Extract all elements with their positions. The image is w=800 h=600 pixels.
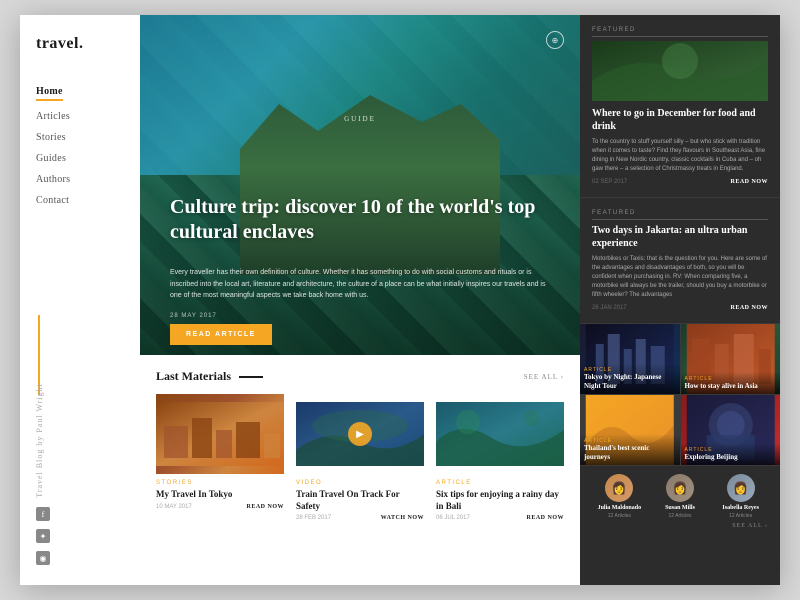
featured-label-2: FEATURED	[592, 210, 768, 220]
featured-desc-2: Motorbikes or Taxis: that is the questio…	[592, 255, 768, 300]
authors-section: 👩 Julia Maldonado 12 Articles 👩 Susan Mi…	[580, 465, 780, 537]
hero-category-label: GUIDE	[344, 115, 376, 123]
author-avatar-1: 👩	[605, 474, 633, 502]
sidebar-item-articles[interactable]: Articles	[36, 111, 124, 122]
authors-grid: 👩 Julia Maldonado 12 Articles 👩 Susan Mi…	[592, 474, 768, 519]
author-name-3: Isabella Reyes	[722, 505, 759, 512]
author-card-3[interactable]: 👩 Isabella Reyes 12 Articles	[713, 474, 768, 519]
authors-see-all[interactable]: SEE ALL ›	[592, 523, 768, 529]
author-articles-1: 12 Articles	[608, 513, 631, 519]
featured-desc-1: To the country to stuff yourself silly –…	[592, 138, 768, 174]
featured-article-2: FEATURED Two days in Jakarta: an ultra u…	[580, 198, 780, 324]
hero-section: ⊕ GUIDE Culture trip: discover 10 of the…	[140, 15, 580, 355]
page-wrapper: travel. Home Articles Stories Guides Aut…	[20, 15, 780, 585]
article-meta-1: 10 MAY 2017 READ NOW	[156, 504, 284, 510]
author-card-2[interactable]: 👩 Susan Mills 12 Articles	[653, 474, 708, 519]
twitter-icon[interactable]: ✦	[36, 529, 50, 543]
sidebar-item-contact[interactable]: Contact	[36, 195, 124, 206]
author-face-1: 👩	[605, 474, 633, 502]
featured-date-1: 02 SEP 2017	[592, 179, 627, 185]
article-date-3: 06 JUL 2017	[436, 515, 470, 521]
small-card-tokyo[interactable]: ARTICLE Tokyo by Night: Japanese Night T…	[580, 324, 680, 394]
last-materials-section: Last Materials SEE ALL	[140, 355, 580, 585]
play-button[interactable]: ▶	[348, 422, 372, 446]
featured-title-2: Two days in Jakarta: an ultra urban expe…	[592, 224, 768, 250]
small-card-title-thailand: Thailand's best scenic journeys	[584, 444, 676, 461]
small-cards-grid: ARTICLE Tokyo by Night: Japanese Night T…	[580, 324, 780, 465]
author-avatar-2: 👩	[666, 474, 694, 502]
hero-date: 28 MAY 2017	[170, 313, 217, 319]
author-card-1[interactable]: 👩 Julia Maldonado 12 Articles	[592, 474, 647, 519]
small-card-beijing-overlay: ARTICLE Exploring Beijing	[681, 443, 781, 465]
small-card-asia-overlay: ARTICLE How to stay alive in Asia	[681, 372, 781, 394]
small-card-title-tokyo: Tokyo by Night: Japanese Night Tour	[584, 373, 676, 390]
small-card-asia[interactable]: ARTICLE How to stay alive in Asia	[681, 324, 781, 394]
right-panel: FEATURED Where to go in December for foo…	[580, 15, 780, 585]
sidebar-item-stories[interactable]: Stories	[36, 132, 124, 143]
author-articles-3: 12 Articles	[729, 513, 752, 519]
author-name-1: Julia Maldonado	[598, 505, 642, 512]
article-type-1: STORIES	[156, 480, 284, 486]
sidebar-item-guides[interactable]: Guides	[36, 153, 124, 164]
map-icon[interactable]: ⊕	[546, 31, 564, 49]
featured-img-1	[592, 41, 768, 101]
author-name-2: Susan Mills	[665, 505, 695, 512]
article-type-3: ARTICLE	[436, 480, 564, 486]
article-title-3: Six tips for enjoying a rainy day in Bal…	[436, 489, 564, 512]
small-card-tokyo-overlay: ARTICLE Tokyo by Night: Japanese Night T…	[580, 363, 680, 394]
article-card-1[interactable]: STORIES My Travel In Tokyo 10 MAY 2017 R…	[156, 394, 284, 521]
articles-grid: STORIES My Travel In Tokyo 10 MAY 2017 R…	[156, 394, 564, 521]
read-now-link-2[interactable]: READ NOW	[730, 305, 768, 311]
featured-footer-2: 26 JAN 2017 READ NOW	[592, 305, 768, 311]
article-date-1: 10 MAY 2017	[156, 504, 192, 510]
featured-label-1: FEATURED	[592, 27, 768, 37]
read-now-3[interactable]: READ NOW	[526, 515, 564, 521]
read-article-button[interactable]: READ ARTICLE	[170, 324, 272, 345]
small-card-thailand-overlay: ARTICLE Thailand's best scenic journeys	[580, 434, 680, 465]
article-card-3[interactable]: ARTICLE Six tips for enjoying a rainy da…	[436, 394, 564, 521]
watch-now-2[interactable]: WATCH NOW	[381, 515, 424, 521]
article-thumb-3	[436, 394, 564, 474]
hero-description: Every traveller has their own definition…	[170, 267, 550, 301]
logo: travel.	[36, 35, 124, 53]
main-content: ⊕ GUIDE Culture trip: discover 10 of the…	[140, 15, 580, 585]
read-now-link-1[interactable]: READ NOW	[730, 179, 768, 185]
author-face-3: 👩	[727, 474, 755, 502]
sidebar-footer: f ✦ ◉	[36, 507, 124, 565]
featured-footer-1: 02 SEP 2017 READ NOW	[592, 179, 768, 185]
sidebar-item-authors[interactable]: Authors	[36, 174, 124, 185]
article-date-2: 28 FEB 2017	[296, 515, 331, 521]
read-now-1[interactable]: READ NOW	[246, 504, 284, 510]
small-card-thailand[interactable]: ARTICLE Thailand's best scenic journeys	[580, 395, 680, 465]
section-title: Last Materials	[156, 369, 263, 384]
hero-title: Culture trip: discover 10 of the world's…	[170, 195, 550, 245]
featured-title-1: Where to go in December for food and dri…	[592, 107, 768, 133]
sidebar-credit: Travel Blog by Paul Wright	[35, 383, 44, 498]
featured-date-2: 26 JAN 2017	[592, 305, 627, 311]
section-header: Last Materials SEE ALL	[156, 369, 564, 384]
see-all-button[interactable]: SEE ALL	[524, 373, 564, 381]
article-card-2[interactable]: ▶ VIDEO Train Travel On Track For Safety…	[296, 394, 424, 521]
article-thumb-2: ▶	[296, 394, 424, 474]
article-title-1: My Travel In Tokyo	[156, 489, 284, 501]
sidebar: travel. Home Articles Stories Guides Aut…	[20, 15, 140, 585]
author-avatar-3: 👩	[727, 474, 755, 502]
article-type-2: VIDEO	[296, 480, 424, 486]
facebook-icon[interactable]: f	[36, 507, 50, 521]
small-card-title-asia: How to stay alive in Asia	[685, 382, 777, 390]
article-meta-3: 06 JUL 2017 READ NOW	[436, 515, 564, 521]
author-face-2: 👩	[666, 474, 694, 502]
nav-list: Home Articles Stories Guides Authors Con…	[36, 81, 124, 216]
sidebar-item-home[interactable]: Home	[36, 86, 63, 101]
author-articles-2: 12 Articles	[668, 513, 691, 519]
featured-article-1: FEATURED Where to go in December for foo…	[580, 15, 780, 198]
small-card-title-beijing: Exploring Beijing	[685, 453, 777, 461]
article-meta-2: 28 FEB 2017 WATCH NOW	[296, 515, 424, 521]
small-card-beijing[interactable]: ARTICLE Exploring Beijing	[681, 395, 781, 465]
instagram-icon[interactable]: ◉	[36, 551, 50, 565]
article-title-2: Train Travel On Track For Safety	[296, 489, 424, 512]
article-thumb-1	[156, 394, 284, 474]
